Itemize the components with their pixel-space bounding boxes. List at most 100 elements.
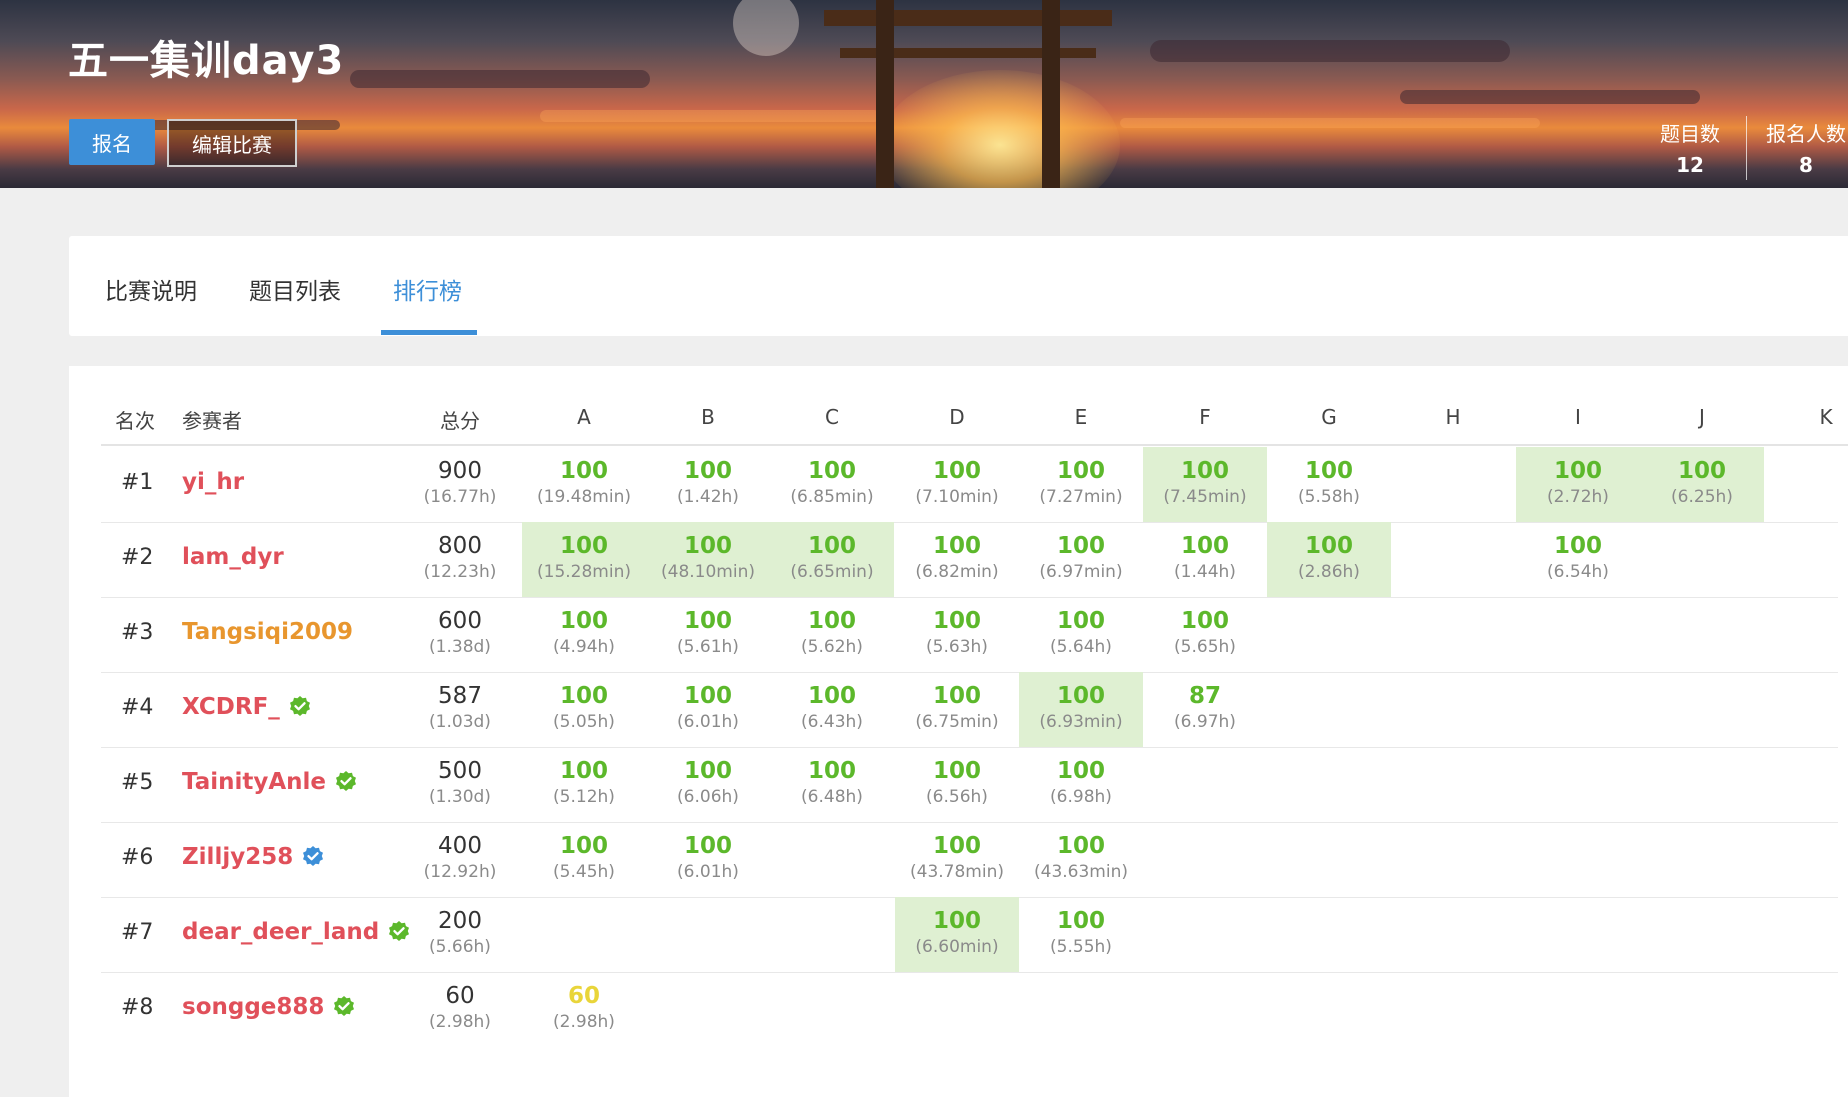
header-problem-i[interactable]: I xyxy=(1516,405,1640,429)
stat-divider xyxy=(1746,116,1747,180)
participant-name[interactable]: Tangsiqi2009 xyxy=(182,619,353,645)
score-cell: 100 (48.10min) xyxy=(646,522,770,597)
problem-score: 100 xyxy=(683,833,732,859)
problem-score: 100 xyxy=(1056,908,1105,934)
signup-count-stat: 报名人数 8 xyxy=(1766,118,1846,177)
problem-time: (2.98h) xyxy=(553,1012,615,1032)
problem-score: 100 xyxy=(1056,833,1105,859)
header-problem-f[interactable]: F xyxy=(1143,405,1267,429)
participant-username[interactable]: yi_hr xyxy=(182,469,244,495)
participant-username[interactable]: lam_dyr xyxy=(182,544,284,570)
score-cell: 100 (6.82min) xyxy=(895,522,1019,597)
tab-problem-list[interactable]: 题目列表 xyxy=(249,272,341,306)
signup-button[interactable]: 报名 xyxy=(69,119,155,165)
problem-score: 100 xyxy=(559,833,608,859)
participant-name[interactable]: TainityAnle xyxy=(182,769,358,795)
header-problem-j[interactable]: J xyxy=(1640,405,1764,429)
score-cell: 100 (6.75min) xyxy=(895,672,1019,747)
header-problem-h[interactable]: H xyxy=(1391,405,1515,429)
edit-contest-button[interactable]: 编辑比赛 xyxy=(167,119,297,167)
total-points: 200 xyxy=(438,908,482,934)
header-problem-a[interactable]: A xyxy=(522,405,646,429)
participant-username[interactable]: dear_deer_land xyxy=(182,919,379,945)
participant-name[interactable]: XCDRF_ xyxy=(182,694,312,720)
problem-score: 100 xyxy=(559,533,608,559)
rank-number: #2 xyxy=(121,545,154,570)
problem-time: (6.60min) xyxy=(915,937,999,957)
verified-green-icon xyxy=(332,995,356,1019)
problem-time: (5.12h) xyxy=(553,787,615,807)
total-points: 587 xyxy=(438,683,482,709)
problem-time: (6.85min) xyxy=(790,487,874,507)
cloud-decoration xyxy=(1150,40,1510,62)
score-cell: 100 (19.48min) xyxy=(522,447,646,522)
tab-ranking[interactable]: 排行榜 xyxy=(393,272,462,306)
problem-time: (6.98h) xyxy=(1050,787,1112,807)
header-problem-d[interactable]: D xyxy=(895,405,1019,429)
header-rank: 名次 xyxy=(115,409,155,433)
problem-score: 100 xyxy=(1180,533,1229,559)
participant-username[interactable]: Zilljy258 xyxy=(182,844,293,870)
rank-number: #8 xyxy=(121,995,154,1020)
score-cell: 100 (15.28min) xyxy=(522,522,646,597)
problem-time: (5.58h) xyxy=(1298,487,1360,507)
problem-time: (5.64h) xyxy=(1050,637,1112,657)
problem-time: (6.82min) xyxy=(915,562,999,582)
problem-time: (6.65min) xyxy=(790,562,874,582)
torii-beam xyxy=(824,10,1112,26)
score-cell: 100 (43.63min) xyxy=(1019,822,1143,897)
rank-number: #3 xyxy=(121,620,154,645)
participant-name[interactable]: yi_hr xyxy=(182,469,244,495)
total-score: 500 (1.30d) xyxy=(398,758,522,807)
problem-score: 100 xyxy=(683,758,732,784)
problem-score: 100 xyxy=(683,533,732,559)
score-cell: 100 (6.06h) xyxy=(646,747,770,822)
score-cell: 100 (5.63h) xyxy=(895,597,1019,672)
participant-name[interactable]: dear_deer_land xyxy=(182,919,411,945)
score-cell: 100 (43.78min) xyxy=(895,822,1019,897)
participant-username[interactable]: Tangsiqi2009 xyxy=(182,619,353,645)
problem-score: 100 xyxy=(1056,758,1105,784)
total-score: 800 (12.23h) xyxy=(398,533,522,582)
sun-decoration xyxy=(880,70,1120,188)
problem-time: (6.48h) xyxy=(801,787,863,807)
problem-score: 100 xyxy=(807,533,856,559)
problem-time: (7.45min) xyxy=(1163,487,1247,507)
score-cell: 100 (1.42h) xyxy=(646,447,770,522)
participant-name[interactable]: Zilljy258 xyxy=(182,844,325,870)
verified-green-icon xyxy=(288,695,312,719)
header-problem-g[interactable]: G xyxy=(1267,405,1391,429)
participant-username[interactable]: TainityAnle xyxy=(182,769,326,795)
problem-time: (1.44h) xyxy=(1174,562,1236,582)
problem-score: 100 xyxy=(807,458,856,484)
score-cell: 100 (5.55h) xyxy=(1019,897,1143,972)
problem-time: (6.43h) xyxy=(801,712,863,732)
participant-username[interactable]: songge888 xyxy=(182,994,324,1020)
problem-score: 100 xyxy=(559,683,608,709)
problem-time: (1.42h) xyxy=(677,487,739,507)
header-divider xyxy=(101,444,1848,446)
score-cell: 100 (6.01h) xyxy=(646,822,770,897)
score-cell: 100 (6.98h) xyxy=(1019,747,1143,822)
problem-count-stat: 题目数 12 xyxy=(1660,118,1720,177)
problem-time: (6.93min) xyxy=(1039,712,1123,732)
header-problem-k[interactable]: K xyxy=(1764,405,1848,429)
tab-contest-description[interactable]: 比赛说明 xyxy=(105,272,197,306)
participant-username[interactable]: XCDRF_ xyxy=(182,694,280,720)
header-problem-b[interactable]: B xyxy=(646,405,770,429)
participant-name[interactable]: songge888 xyxy=(182,994,356,1020)
problem-time: (5.62h) xyxy=(801,637,863,657)
problem-time: (19.48min) xyxy=(537,487,631,507)
problem-time: (6.97h) xyxy=(1174,712,1236,732)
score-cell: 100 (5.62h) xyxy=(770,597,894,672)
row-divider xyxy=(101,972,1838,973)
header-total: 总分 xyxy=(440,409,480,433)
glow-decoration xyxy=(1120,118,1540,128)
score-cell: 100 (6.43h) xyxy=(770,672,894,747)
header-problem-c[interactable]: C xyxy=(770,405,894,429)
total-score: 587 (1.03d) xyxy=(398,683,522,732)
header-problem-e[interactable]: E xyxy=(1019,405,1143,429)
participant-name[interactable]: lam_dyr xyxy=(182,544,284,570)
cloud-decoration xyxy=(1400,90,1700,104)
stat-value: 12 xyxy=(1676,153,1704,177)
